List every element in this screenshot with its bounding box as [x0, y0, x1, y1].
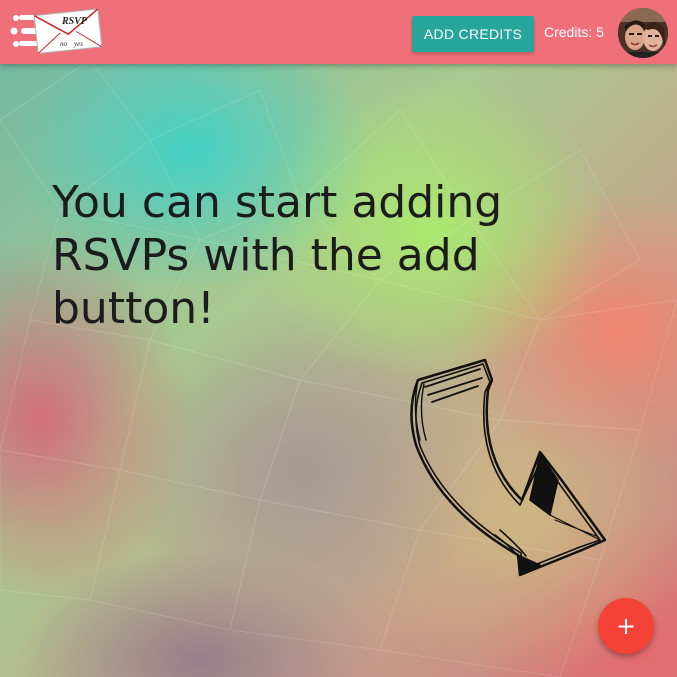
credits-balance: Credits: 5 [544, 24, 604, 40]
hand-drawn-arrow-icon [410, 358, 607, 577]
logo-title: RSVP [61, 16, 88, 27]
user-photo [618, 8, 668, 58]
top-app-bar: RSVP no yes ADD CREDITS Credits: 5 [0, 0, 677, 64]
empty-state-message: You can start adding RSVPs with the add … [52, 177, 503, 334]
add-rsvp-button[interactable]: + [598, 598, 654, 654]
logo-yes-label: yes [73, 40, 83, 48]
add-credits-button[interactable]: ADD CREDITS [412, 16, 534, 52]
plus-icon: + [615, 612, 637, 640]
rsvp-logo[interactable]: RSVP no yes [10, 8, 104, 54]
user-avatar[interactable] [618, 8, 668, 58]
logo-no-label: no [60, 40, 68, 48]
app-page: RSVP no yes ADD CREDITS Credits: 5 You c… [0, 0, 677, 677]
